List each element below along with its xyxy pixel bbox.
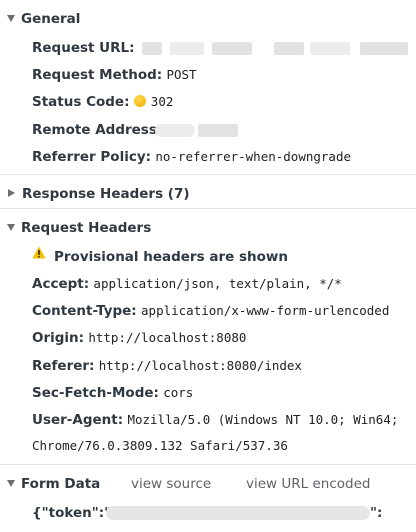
general-section-toggle[interactable]: General xyxy=(0,7,80,31)
view-source-link[interactable]: view source xyxy=(131,472,211,496)
request-headers-title: Request Headers xyxy=(21,220,152,236)
section-divider xyxy=(0,174,416,175)
provisional-warning: Provisional headers are shown xyxy=(32,245,288,269)
remote-address-key: Remote Address: xyxy=(32,122,163,138)
request-method-value: POST xyxy=(166,67,197,82)
redacted-url-part xyxy=(142,42,162,55)
request-method-key: Request Method: xyxy=(32,67,163,83)
origin-key: Origin: xyxy=(32,330,85,346)
remote-address-row: Remote Address: xyxy=(32,118,162,142)
referer-key: Referer: xyxy=(32,358,95,374)
section-divider xyxy=(0,464,416,465)
referrer-policy-row: Referrer Policy: no-referrer-when-downgr… xyxy=(32,145,351,169)
user-agent-value-line2: Chrome/76.0.3809.132 Safari/537.36 xyxy=(32,438,288,453)
referer-row: Referer: http://localhost:8080/index xyxy=(32,354,302,378)
user-agent-value: Mozilla/5.0 (Windows NT 10.0; Win64; xyxy=(127,412,399,427)
content-type-key: Content-Type: xyxy=(32,303,137,319)
provisional-text: Provisional headers are shown xyxy=(54,249,288,265)
request-method-row: Request Method: POST xyxy=(32,63,197,87)
user-agent-row: User-Agent: Mozilla/5.0 (Windows NT 10.0… xyxy=(32,408,416,432)
request-url-row: Request URL: xyxy=(32,36,135,60)
accept-row: Accept: application/json, text/plain, */… xyxy=(32,272,342,296)
general-section-title: General xyxy=(21,11,81,27)
origin-value: http://localhost:8080 xyxy=(88,330,247,345)
redacted-url-part xyxy=(170,42,204,55)
response-headers-toggle[interactable]: Response Headers (7) xyxy=(0,182,190,206)
token-key: {"token":" xyxy=(32,505,112,521)
accept-key: Accept: xyxy=(32,276,90,292)
redacted-token xyxy=(106,506,370,520)
redacted-url-part xyxy=(360,42,408,55)
accept-value: application/json, text/plain, */* xyxy=(93,276,342,291)
user-agent-key: User-Agent: xyxy=(32,412,124,428)
request-url-key: Request URL: xyxy=(32,40,135,56)
sec-fetch-mode-key: Sec-Fetch-Mode: xyxy=(32,385,159,401)
status-code-key: Status Code: xyxy=(32,94,130,110)
sec-fetch-mode-row: Sec-Fetch-Mode: cors xyxy=(32,381,193,405)
redacted-url-part xyxy=(212,42,252,55)
sec-fetch-mode-value: cors xyxy=(163,385,194,400)
redacted-address xyxy=(198,124,238,137)
referrer-policy-value: no-referrer-when-downgrade xyxy=(155,149,352,164)
form-data-toggle[interactable]: Form Data xyxy=(0,472,100,496)
redacted-url-part xyxy=(274,42,304,55)
user-agent-continuation: Chrome/76.0.3809.132 Safari/537.36 xyxy=(32,434,288,458)
expand-triangle-icon xyxy=(7,223,15,231)
redacted-address xyxy=(155,124,195,137)
form-data-row-end: ": xyxy=(370,501,382,525)
expand-triangle-icon xyxy=(7,14,15,22)
status-code-row: Status Code: 302 xyxy=(32,90,173,114)
origin-row: Origin: http://localhost:8080 xyxy=(32,326,246,350)
content-type-row: Content-Type: application/x-www-form-url… xyxy=(32,299,389,323)
request-headers-toggle[interactable]: Request Headers xyxy=(0,216,151,240)
form-data-title: Form Data xyxy=(21,476,101,492)
section-divider xyxy=(0,208,416,209)
collapse-triangle-icon xyxy=(8,189,15,197)
redacted-url-part xyxy=(310,42,350,55)
warning-icon xyxy=(32,243,46,267)
form-data-row: {"token":" xyxy=(32,501,111,525)
expand-triangle-icon xyxy=(7,479,15,487)
referrer-policy-key: Referrer Policy: xyxy=(32,149,152,165)
response-headers-title: Response Headers (7) xyxy=(22,186,190,202)
content-type-value: application/x-www-form-urlencoded xyxy=(141,303,390,318)
token-suffix: ": xyxy=(370,505,383,521)
status-code-value: 302 xyxy=(150,94,174,109)
referer-value: http://localhost:8080/index xyxy=(98,358,302,373)
status-dot-icon xyxy=(133,95,146,107)
view-url-encoded-link[interactable]: view URL encoded xyxy=(246,472,370,496)
